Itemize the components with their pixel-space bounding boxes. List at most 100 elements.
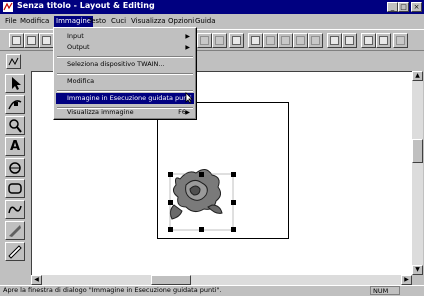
embroidery-hoop-area[interactable] bbox=[157, 102, 289, 239]
magnifier-icon bbox=[9, 119, 22, 133]
vertical-scroll-thumb[interactable] bbox=[412, 139, 423, 163]
embroidery-button[interactable] bbox=[229, 33, 244, 48]
shape-fill-icon bbox=[9, 162, 21, 174]
point-edit-icon bbox=[8, 100, 22, 110]
point-edit-tool[interactable] bbox=[5, 95, 25, 114]
scroll-up-arrow-icon[interactable]: ▲ bbox=[412, 71, 423, 81]
image-icon bbox=[345, 36, 354, 45]
stitch-path-icon bbox=[8, 205, 22, 214]
minimize-button[interactable]: _ bbox=[387, 2, 398, 12]
text-tool[interactable]: A bbox=[5, 137, 25, 156]
save-file-button[interactable] bbox=[39, 33, 54, 48]
zoom-tool[interactable] bbox=[5, 116, 25, 135]
menu-item-visualizza-immagine[interactable]: Visualizza immagine F6 ▶ bbox=[56, 107, 194, 118]
align-icon bbox=[296, 36, 305, 45]
toolbar-button-14[interactable] bbox=[293, 33, 308, 48]
vertical-scrollbar[interactable]: ▲ ▼ bbox=[412, 71, 423, 275]
grid-icon bbox=[200, 36, 209, 45]
rose-design[interactable] bbox=[158, 103, 288, 238]
resize-handle-e[interactable] bbox=[231, 200, 236, 205]
pattern-icon bbox=[9, 225, 21, 237]
submenu-arrow-icon: ▶ bbox=[185, 44, 190, 51]
toolbar-button-16[interactable] bbox=[327, 33, 342, 48]
maximize-button[interactable]: □ bbox=[398, 2, 409, 12]
open-file-button[interactable] bbox=[24, 33, 39, 48]
align-icon bbox=[311, 36, 320, 45]
status-message: Apre la finestra di dialogo "Immagine in… bbox=[3, 286, 222, 294]
menu-item-modifica[interactable]: Modifica bbox=[56, 76, 194, 87]
new-file-button[interactable] bbox=[9, 33, 24, 48]
status-bar: Apre la finestra di dialogo "Immagine in… bbox=[0, 285, 424, 296]
submenu-arrow-icon: ▶ bbox=[185, 109, 190, 116]
stitch-tool[interactable] bbox=[5, 200, 25, 219]
mouse-cursor-icon bbox=[185, 92, 193, 104]
resize-handle-s[interactable] bbox=[199, 227, 204, 232]
menu-opzioni[interactable]: Opzioni bbox=[168, 17, 194, 25]
resize-handle-se[interactable] bbox=[231, 227, 236, 232]
grid-icon bbox=[396, 36, 405, 45]
resize-handle-sw[interactable] bbox=[168, 227, 173, 232]
menu-separator bbox=[57, 90, 193, 92]
align-icon bbox=[266, 36, 275, 45]
toolbar-button-11[interactable] bbox=[248, 33, 263, 48]
menu-guida[interactable]: Guida bbox=[195, 17, 216, 25]
scroll-left-arrow-icon[interactable]: ◀ bbox=[31, 275, 42, 285]
horizontal-scrollbar[interactable]: ◀ ▶ bbox=[31, 275, 412, 285]
toolbar-button-17[interactable] bbox=[342, 33, 357, 48]
menu-testo[interactable]: Testo bbox=[88, 17, 106, 25]
grid-icon bbox=[215, 36, 224, 45]
tool-palette: A bbox=[0, 71, 30, 283]
fill-shape-tool[interactable] bbox=[5, 158, 25, 177]
menu-item-esecuzione-guidata-punti[interactable]: Immagine in Esecuzione guidata punti bbox=[56, 93, 194, 104]
menu-cuci[interactable]: Cuci bbox=[111, 17, 126, 25]
image-icon bbox=[330, 36, 339, 45]
arrow-pointer-icon bbox=[12, 77, 21, 90]
monitor-icon bbox=[379, 36, 388, 45]
text-a-icon: A bbox=[9, 139, 21, 154]
toolbar-button-20[interactable] bbox=[393, 33, 408, 48]
ruler-tool[interactable] bbox=[5, 242, 25, 261]
scroll-down-arrow-icon[interactable]: ▼ bbox=[412, 265, 423, 275]
app-icon bbox=[3, 2, 13, 12]
toolbar-button-9[interactable] bbox=[212, 33, 227, 48]
menu-item-seleziona-twain[interactable]: Seleziona dispositivo TWAIN... bbox=[56, 59, 194, 70]
new-file-icon bbox=[12, 36, 21, 45]
toolbar-button-15[interactable] bbox=[308, 33, 323, 48]
rounded-rectangle-icon bbox=[8, 183, 22, 194]
title-bar: Senza titolo - Layout & Editing _ □ × bbox=[0, 0, 424, 14]
embroidery-icon bbox=[232, 36, 241, 45]
menu-item-output[interactable]: Output ▶ bbox=[56, 42, 194, 53]
monitor-icon bbox=[364, 36, 373, 45]
menu-item-input[interactable]: Input ▶ bbox=[56, 31, 194, 42]
menu-modifica[interactable]: Modifica bbox=[20, 17, 49, 25]
save-icon bbox=[42, 36, 51, 45]
scroll-corner bbox=[412, 275, 423, 285]
rectangle-tool[interactable] bbox=[5, 179, 25, 198]
toolbar-button-19[interactable] bbox=[376, 33, 391, 48]
stitch-line-button[interactable] bbox=[6, 54, 21, 69]
menu-visualizza[interactable]: Visualizza bbox=[131, 17, 165, 25]
pattern-tool[interactable] bbox=[5, 221, 25, 240]
close-button[interactable]: × bbox=[411, 2, 422, 12]
scroll-right-arrow-icon[interactable]: ▶ bbox=[401, 275, 412, 285]
resize-handle-w[interactable] bbox=[168, 200, 173, 205]
resize-handle-n[interactable] bbox=[199, 172, 204, 177]
num-lock-indicator: NUM bbox=[370, 286, 400, 295]
resize-handle-ne[interactable] bbox=[231, 172, 236, 177]
select-tool[interactable] bbox=[5, 74, 25, 93]
zigzag-icon bbox=[8, 57, 19, 66]
horizontal-scroll-thumb[interactable] bbox=[151, 275, 191, 285]
ruler-icon bbox=[8, 245, 22, 259]
toolbar-button-12[interactable] bbox=[263, 33, 278, 48]
menu-separator bbox=[57, 73, 193, 75]
window-title: Senza titolo - Layout & Editing bbox=[17, 1, 155, 10]
resize-handle-nw[interactable] bbox=[168, 172, 173, 177]
menu-separator bbox=[57, 56, 193, 58]
menu-file[interactable]: File bbox=[5, 17, 17, 25]
toolbar-button-13[interactable] bbox=[278, 33, 293, 48]
open-folder-icon bbox=[27, 36, 36, 45]
toolbar-button-18[interactable] bbox=[361, 33, 376, 48]
toolbar-button-8[interactable] bbox=[197, 33, 212, 48]
align-icon bbox=[281, 36, 290, 45]
submenu-arrow-icon: ▶ bbox=[185, 33, 190, 40]
